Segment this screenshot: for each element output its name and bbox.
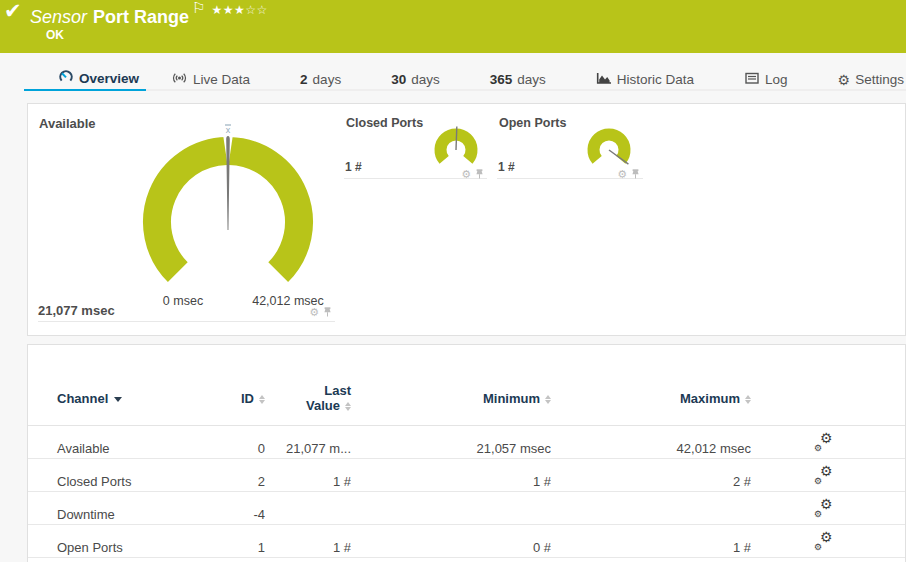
cell-id: 2 bbox=[178, 458, 265, 491]
sort-icon bbox=[345, 401, 351, 412]
status-badge: OK bbox=[46, 28, 64, 42]
status-check-icon: ✔ bbox=[4, 0, 22, 23]
gear-icon: ⚙ bbox=[838, 72, 851, 88]
gauge-open-ports-value: 1 # bbox=[498, 160, 515, 174]
table-row-downtime[interactable]: Downtime -4 ⚙⚙ bbox=[28, 491, 905, 524]
cell-channel[interactable]: Downtime bbox=[28, 491, 178, 524]
channel-settings-icon[interactable]: ⚙⚙ bbox=[814, 499, 834, 517]
tab-365-days[interactable]: 365days bbox=[465, 70, 571, 89]
channel-settings-icon[interactable]: ⚙⚙ bbox=[814, 532, 834, 550]
cell-channel[interactable]: Closed Ports bbox=[28, 458, 178, 491]
gauge-open-ports-label: Open Ports bbox=[499, 116, 566, 130]
broadcast-icon bbox=[171, 70, 188, 89]
cell-id: 0 bbox=[178, 425, 265, 458]
cell-channel[interactable]: Open Ports bbox=[28, 524, 178, 557]
tab-bar: Overview Live Data 2days 30days 365days … bbox=[24, 53, 906, 91]
gauge-available-min: 0 msec bbox=[150, 294, 216, 308]
channels-panel: Channel ID LastValue Minimum Maximum Ava… bbox=[27, 344, 906, 562]
sort-icon bbox=[259, 394, 265, 405]
gauge-closed-ports-label: Closed Ports bbox=[346, 116, 423, 130]
column-header-maximum[interactable]: Maximum bbox=[551, 372, 751, 425]
cell-minimum: 21,057 msec bbox=[351, 425, 551, 458]
sort-icon bbox=[745, 394, 751, 405]
gauge-closed-ports-needle bbox=[456, 127, 457, 150]
tab-settings[interactable]: ⚙ Settings bbox=[813, 70, 906, 89]
gauge-closed-ports[interactable]: Closed Ports 1 # ⚙ bbox=[344, 118, 487, 179]
channel-settings-icon[interactable]: ⚙⚙ bbox=[814, 466, 834, 484]
cell-last-value: 21,077 m... bbox=[265, 425, 351, 458]
gauge-available-value: 21,077 msec bbox=[38, 303, 115, 318]
table-row-closed-ports[interactable]: Closed Ports 2 1 # 1 # 2 # ⚙⚙ bbox=[28, 458, 905, 491]
gauges-panel: Available x 0 msec 42,012 msec 21,077 ms… bbox=[27, 103, 906, 336]
priority-stars[interactable]: ★★★☆☆ bbox=[212, 3, 268, 17]
flag-icon[interactable]: ⚐ bbox=[192, 0, 205, 17]
cell-maximum: 2 # bbox=[551, 458, 751, 491]
gauge-open-ports-dial bbox=[585, 124, 633, 172]
tab-historic-data[interactable]: Historic Data bbox=[571, 70, 719, 89]
column-header-id[interactable]: ID bbox=[178, 372, 265, 425]
sort-desc-icon bbox=[114, 397, 122, 402]
pin-icon[interactable] bbox=[323, 307, 332, 317]
table-row-open-ports[interactable]: Open Ports 1 1 # 0 # 1 # ⚙⚙ bbox=[28, 524, 905, 557]
table-header-row: Channel ID LastValue Minimum Maximum bbox=[28, 372, 905, 425]
cell-last-value bbox=[265, 491, 351, 524]
gauge-closed-ports-dial bbox=[432, 124, 480, 172]
gauge-available-needle bbox=[226, 136, 230, 230]
gauge-open-ports[interactable]: Open Ports 1 # ⚙ bbox=[497, 118, 643, 179]
cell-last-value: 1 # bbox=[265, 458, 351, 491]
tab-2-days[interactable]: 2days bbox=[275, 70, 366, 89]
column-header-actions bbox=[751, 372, 905, 425]
column-header-minimum[interactable]: Minimum bbox=[351, 372, 551, 425]
sort-icon bbox=[545, 394, 551, 405]
tab-live-data[interactable]: Live Data bbox=[146, 70, 275, 89]
cell-channel[interactable]: Available bbox=[28, 425, 178, 458]
tab-30-days[interactable]: 30days bbox=[366, 70, 465, 89]
channel-settings-icon[interactable]: ⚙⚙ bbox=[814, 433, 834, 451]
column-header-last-value[interactable]: LastValue bbox=[265, 372, 351, 425]
gauge-available-label: Available bbox=[39, 116, 96, 131]
tab-log[interactable]: Log bbox=[719, 70, 813, 89]
cell-last-value: 1 # bbox=[265, 524, 351, 557]
sensor-header: ✔ Sensor Port Range⚐ ★★★☆☆ OK bbox=[0, 0, 906, 53]
cell-minimum: 0 # bbox=[351, 524, 551, 557]
gauge-settings-icon[interactable]: ⚙ bbox=[461, 170, 471, 179]
channels-table: Channel ID LastValue Minimum Maximum Ava… bbox=[28, 372, 905, 558]
sensor-kind-label: Sensor bbox=[30, 7, 87, 27]
gauge-available-dial: x bbox=[133, 122, 323, 312]
cell-minimum bbox=[351, 491, 551, 524]
cell-maximum: 42,012 msec bbox=[551, 425, 751, 458]
tab-overview[interactable]: Overview bbox=[24, 67, 146, 89]
cell-maximum bbox=[551, 491, 751, 524]
gauge-settings-icon[interactable]: ⚙ bbox=[617, 170, 627, 179]
gauge-available[interactable]: Available x 0 msec 42,012 msec 21,077 ms… bbox=[38, 118, 335, 322]
gauge-closed-ports-value: 1 # bbox=[345, 160, 362, 174]
area-chart-icon bbox=[596, 70, 612, 89]
cell-minimum: 1 # bbox=[351, 458, 551, 491]
cell-maximum: 1 # bbox=[551, 524, 751, 557]
cell-id: -4 bbox=[178, 491, 265, 524]
column-header-channel[interactable]: Channel bbox=[28, 372, 178, 425]
table-row-available[interactable]: Available 0 21,077 m... 21,057 msec 42,0… bbox=[28, 425, 905, 458]
page-title: Port Range bbox=[93, 7, 189, 27]
cell-id: 1 bbox=[178, 524, 265, 557]
log-icon bbox=[744, 70, 760, 89]
mean-marker: x bbox=[226, 125, 231, 135]
pin-icon[interactable] bbox=[475, 169, 484, 179]
gauge-settings-icon[interactable]: ⚙ bbox=[309, 308, 319, 317]
pin-icon[interactable] bbox=[631, 169, 640, 179]
gauge-available-max: 42,012 msec bbox=[238, 294, 338, 308]
gauge-icon bbox=[58, 69, 74, 88]
